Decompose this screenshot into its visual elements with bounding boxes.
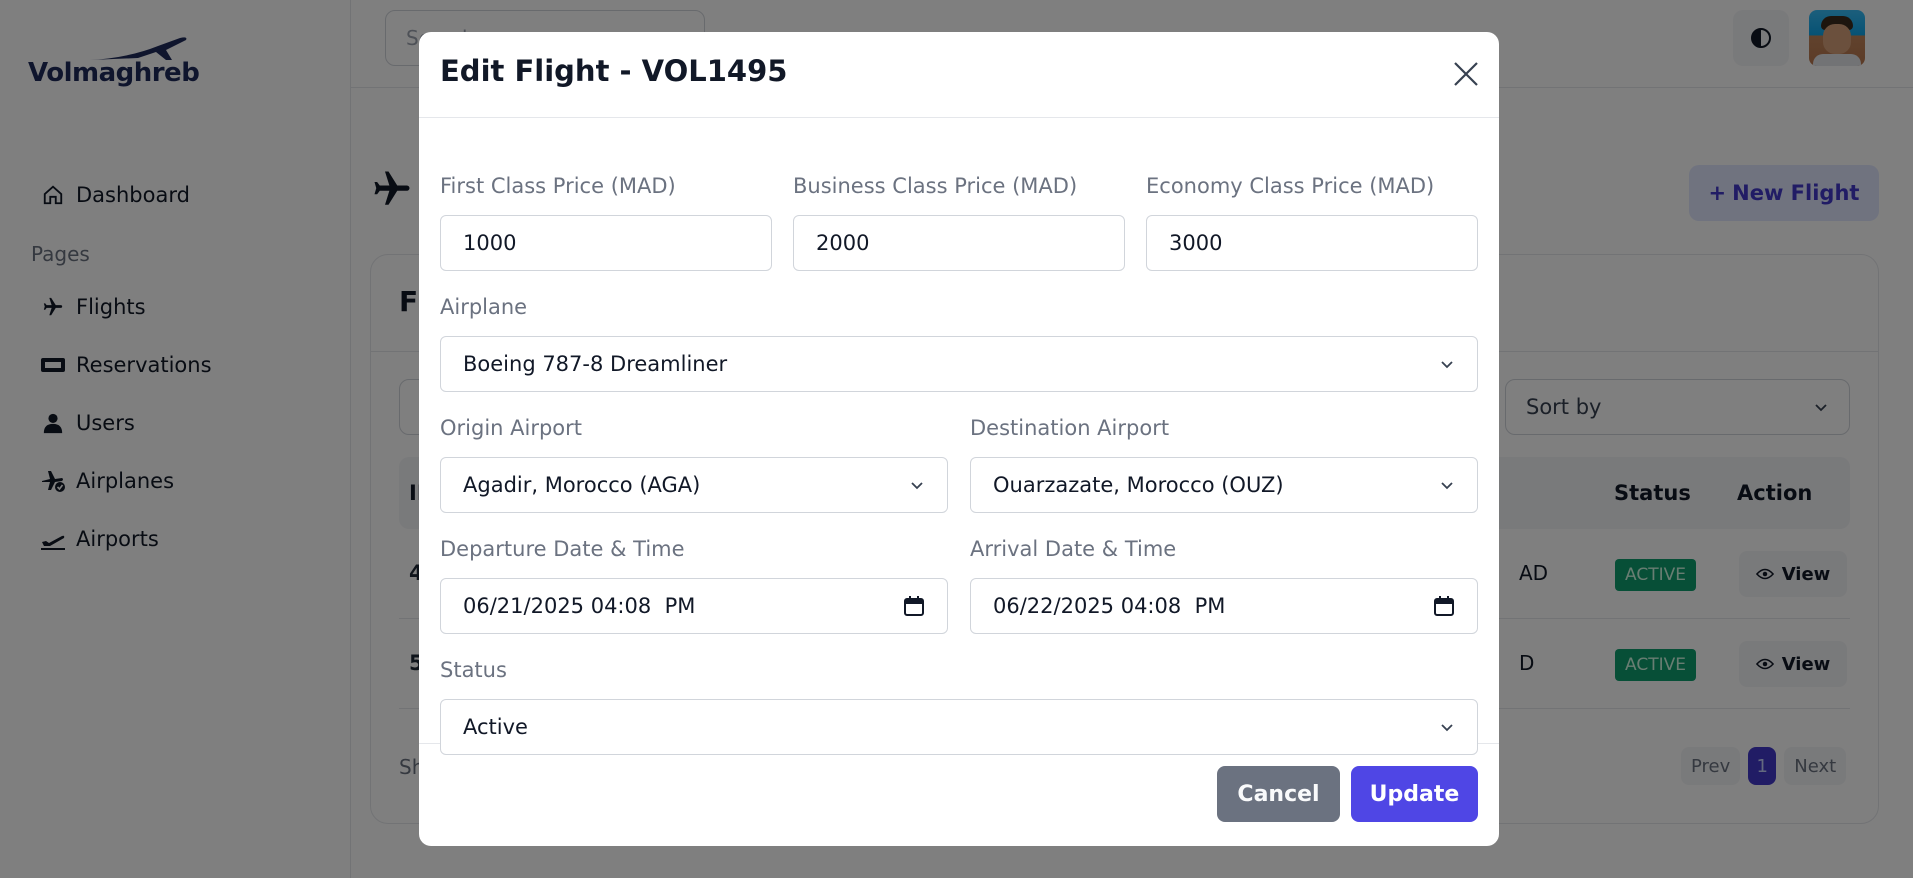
origin-airport-value: Agadir, Morocco (AGA) [463, 473, 701, 497]
modal-body: First Class Price (MAD) Business Class P… [419, 118, 1499, 755]
economy-class-price-label: Economy Class Price (MAD) [1146, 174, 1435, 198]
airplane-select[interactable]: Boeing 787-8 Dreamliner [440, 336, 1478, 392]
destination-airport-select[interactable]: Ouarzazate, Morocco (OUZ) [970, 457, 1478, 513]
business-class-price-input[interactable] [816, 231, 1102, 255]
destination-airport-label: Destination Airport [970, 416, 1170, 440]
status-value: Active [463, 715, 528, 739]
business-class-price-label: Business Class Price (MAD) [793, 174, 1078, 198]
economy-class-price-input[interactable] [1169, 231, 1455, 255]
chevron-down-icon [1439, 356, 1455, 372]
departure-datetime-field[interactable]: 06/21/2025 04:08 PM [440, 578, 948, 634]
business-class-price-field[interactable] [793, 215, 1125, 271]
first-class-price-label: First Class Price (MAD) [440, 174, 676, 198]
chevron-down-icon [1439, 477, 1455, 493]
close-icon [1454, 62, 1478, 86]
calendar-icon[interactable] [903, 595, 925, 617]
modal-title: Edit Flight - VOL1495 [440, 54, 788, 88]
update-button[interactable]: Update [1351, 766, 1478, 822]
edit-flight-modal: Edit Flight - VOL1495 First Class Price … [419, 32, 1499, 846]
close-button[interactable] [1450, 58, 1482, 90]
origin-airport-select[interactable]: Agadir, Morocco (AGA) [440, 457, 948, 513]
first-class-price-input[interactable] [463, 231, 749, 255]
destination-airport-value: Ouarzazate, Morocco (OUZ) [993, 473, 1284, 497]
origin-airport-label: Origin Airport [440, 416, 583, 440]
status-label: Status [440, 658, 507, 682]
departure-datetime-label: Departure Date & Time [440, 537, 685, 561]
arrival-datetime-field[interactable]: 06/22/2025 04:08 PM [970, 578, 1478, 634]
chevron-down-icon [1439, 719, 1455, 735]
departure-datetime-value: 06/21/2025 04:08 PM [463, 594, 696, 618]
status-select[interactable]: Active [440, 699, 1478, 755]
first-class-price-field[interactable] [440, 215, 772, 271]
airplane-label: Airplane [440, 295, 528, 319]
arrival-datetime-label: Arrival Date & Time [970, 537, 1177, 561]
cancel-button[interactable]: Cancel [1217, 766, 1340, 822]
economy-class-price-field[interactable] [1146, 215, 1478, 271]
chevron-down-icon [909, 477, 925, 493]
modal-header: Edit Flight - VOL1495 [419, 32, 1499, 118]
arrival-datetime-value: 06/22/2025 04:08 PM [993, 594, 1226, 618]
airplane-value: Boeing 787-8 Dreamliner [463, 352, 728, 376]
calendar-icon[interactable] [1433, 595, 1455, 617]
